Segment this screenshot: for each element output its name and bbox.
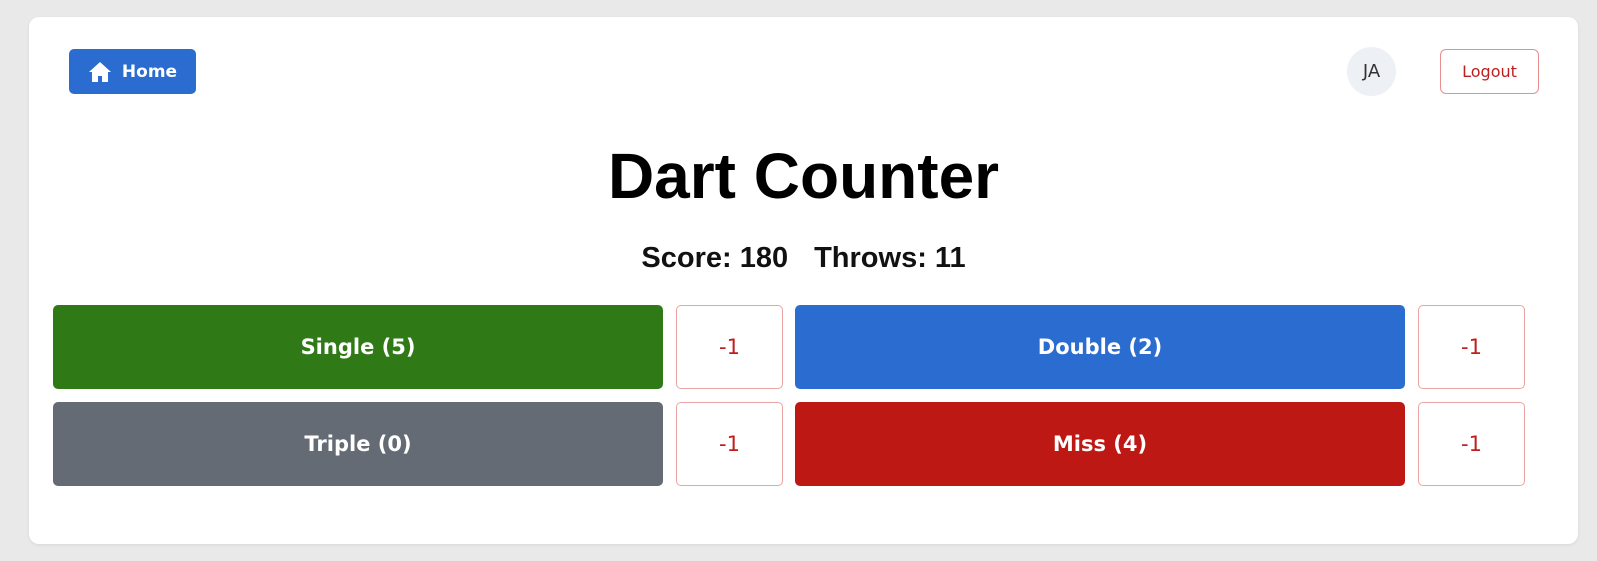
single-decrement-button[interactable]: -1 [676, 305, 783, 389]
home-icon [88, 61, 112, 83]
miss-decrement-button[interactable]: -1 [1418, 402, 1525, 486]
logout-button[interactable]: Logout [1440, 49, 1539, 94]
home-button[interactable]: Home [69, 49, 196, 94]
home-button-label: Home [121, 61, 178, 82]
triple-button[interactable]: Triple (0) [53, 402, 663, 486]
single-button[interactable]: Single (5) [53, 305, 663, 389]
avatar[interactable]: JA [1347, 47, 1396, 96]
main-card: Home JA Logout Dart Counter Score: 180 Th… [29, 17, 1578, 544]
score-text: Score: 180 [641, 242, 789, 274]
double-decrement-button[interactable]: -1 [1418, 305, 1525, 389]
double-button[interactable]: Double (2) [795, 305, 1405, 389]
throws-text: Throws: 11 [814, 242, 966, 274]
triple-decrement-button[interactable]: -1 [676, 402, 783, 486]
page-title: Dart Counter [607, 140, 1000, 212]
stats-line: Score: 180 Throws: 11 [29, 239, 1578, 277]
miss-button[interactable]: Miss (4) [795, 402, 1405, 486]
